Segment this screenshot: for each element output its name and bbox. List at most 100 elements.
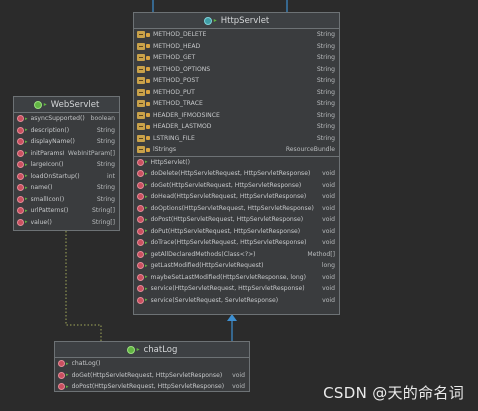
field-type: String — [316, 100, 335, 108]
method-icon — [137, 296, 144, 304]
fields-section: METHOD_DELETE String METHOD_HEAD String METH… — [134, 29, 339, 157]
method-icon — [58, 371, 65, 379]
field-name: METHOD_HEAD — [153, 42, 201, 50]
method-row[interactable]: ▸ urlPatterns() String[] — [14, 205, 119, 217]
method-row[interactable]: ▸ value() String[] — [14, 217, 119, 229]
class-header: ▸ WebServlet — [14, 97, 119, 113]
private-lock-icon — [146, 67, 150, 72]
method-type: String — [96, 195, 115, 203]
method-row[interactable]: ▸ HttpServlet() — [134, 157, 339, 169]
field-row[interactable]: METHOD_TRACE String — [134, 98, 339, 110]
method-icon — [137, 227, 144, 235]
method-row[interactable]: ▸ doPost(HttpServletRequest, HttpServletR… — [55, 381, 249, 393]
field-row[interactable]: METHOD_POST String — [134, 75, 339, 87]
public-icon: ▸ — [66, 383, 69, 390]
method-icon — [58, 383, 65, 391]
method-row[interactable]: ▸ description() String — [14, 125, 119, 137]
method-type: void — [322, 273, 335, 281]
method-icon — [17, 138, 24, 146]
method-row[interactable]: ▸ doTrace(HttpServletRequest, HttpServlet… — [134, 237, 339, 249]
method-row[interactable]: ▸ doHead(HttpServletRequest, HttpServletR… — [134, 191, 339, 203]
class-title: chatLog — [143, 344, 178, 355]
public-icon: ▸ — [145, 228, 148, 235]
annotation-icon — [33, 100, 42, 109]
field-name: METHOD_PUT — [153, 88, 195, 96]
method-icon — [17, 218, 24, 226]
class-box-chatlog[interactable]: ▸ chatLog ▸ chatLog() ▸ doGet(HttpServletRe… — [54, 341, 250, 392]
method-type: WebInitParam[] — [67, 149, 115, 157]
class-box-httpservlet[interactable]: ▸ HttpServlet METHOD_DELETE String METHOD_… — [133, 12, 340, 315]
method-name: doGet(HttpServletRequest, HttpServletRes… — [150, 181, 302, 189]
field-name: METHOD_DELETE — [153, 31, 207, 39]
method-row[interactable]: ▸ asyncSupported() boolean — [14, 113, 119, 125]
method-row[interactable]: ▸ initParams() WebInitParam[] — [14, 148, 119, 160]
method-type: long — [321, 262, 335, 270]
method-name: doTrace(HttpServletRequest, HttpServletR… — [150, 239, 307, 247]
field-name: METHOD_TRACE — [153, 100, 203, 108]
field-row[interactable]: HEADER_IFMODSINCE String — [134, 110, 339, 122]
method-row[interactable]: ▸ getLastModified(HttpServletRequest) long — [134, 260, 339, 272]
public-icon: ▸ — [145, 274, 148, 281]
field-row[interactable]: METHOD_PUT String — [134, 87, 339, 99]
method-icon — [17, 172, 24, 180]
field-row[interactable]: METHOD_DELETE String — [134, 29, 339, 41]
method-row[interactable]: ▸ smallIcon() String — [14, 194, 119, 206]
class-box-webservlet[interactable]: ▸ WebServlet ▸ asyncSupported() boolean ▸ de… — [13, 96, 120, 231]
method-row[interactable]: ▸ service(ServletRequest, ServletResponse… — [134, 295, 339, 307]
field-type: String — [316, 42, 335, 50]
field-row[interactable]: LSTRING_FILE String — [134, 133, 339, 145]
method-row[interactable]: ▸ doPut(HttpServletRequest, HttpServletRe… — [134, 226, 339, 238]
method-row[interactable]: ▸ doPost(HttpServletRequest, HttpServletR… — [134, 214, 339, 226]
method-icon — [58, 360, 65, 368]
private-lock-icon — [146, 90, 150, 95]
private-lock-icon — [146, 55, 150, 60]
method-row[interactable]: ▸ largeIcon() String — [14, 159, 119, 171]
field-type: String — [316, 31, 335, 39]
method-icon — [17, 149, 24, 157]
class-header: ▸ HttpServlet — [134, 13, 339, 29]
field-name: METHOD_GET — [153, 54, 196, 62]
method-name: loadOnStartup() — [30, 172, 80, 180]
method-row[interactable]: ▸ doGet(HttpServletRequest, HttpServletRe… — [55, 370, 249, 382]
method-type: String[] — [92, 207, 115, 215]
method-row[interactable]: ▸ doOptions(HttpServletRequest, HttpServl… — [134, 203, 339, 215]
field-type: String — [316, 65, 335, 73]
field-row[interactable]: lStrings ResourceBundle — [134, 144, 339, 156]
method-type: String — [96, 184, 115, 192]
method-row[interactable]: ▸ loadOnStartup() int — [14, 171, 119, 183]
field-row[interactable]: HEADER_LASTMOD String — [134, 121, 339, 133]
method-icon — [137, 239, 144, 247]
method-type: void — [322, 181, 335, 189]
public-icon: ▸ — [25, 196, 28, 203]
method-name: description() — [30, 126, 70, 134]
method-name: doPost(HttpServletRequest, HttpServletRe… — [71, 383, 225, 391]
field-icon — [137, 54, 145, 62]
field-row[interactable]: METHOD_GET String — [134, 52, 339, 64]
method-row[interactable]: ▸ doGet(HttpServletRequest, HttpServletRe… — [134, 180, 339, 192]
method-row[interactable]: ▸ displayName() String — [14, 136, 119, 148]
field-icon — [137, 88, 145, 96]
method-name: initParams() — [30, 149, 64, 157]
watermark: CSDN @天的命名词 — [323, 384, 464, 402]
method-type: void — [322, 239, 335, 247]
method-name: urlPatterns() — [30, 207, 69, 215]
method-row[interactable]: ▸ maybeSetLastModified(HttpServletRespons… — [134, 272, 339, 284]
method-row[interactable]: ▸ chatLog() — [55, 358, 249, 370]
method-row[interactable]: ▸ service(HttpServletRequest, HttpServlet… — [134, 283, 339, 295]
private-lock-icon — [146, 32, 150, 37]
methods-section: ▸ chatLog() ▸ doGet(HttpServletRequest, Htt… — [55, 358, 249, 393]
method-type: void — [322, 193, 335, 201]
field-name: lStrings — [153, 146, 177, 154]
method-row[interactable]: ▸ getAllDeclaredMethods(Class<?>) Method[] — [134, 249, 339, 261]
method-row[interactable]: ▸ name() String — [14, 182, 119, 194]
class-title: HttpServlet — [220, 15, 270, 26]
public-icon: ▸ — [25, 127, 28, 134]
field-row[interactable]: METHOD_HEAD String — [134, 41, 339, 53]
method-name: smallIcon() — [30, 195, 65, 203]
method-row[interactable]: ▸ doDelete(HttpServletRequest, HttpServle… — [134, 168, 339, 180]
method-name: service(HttpServletRequest, HttpServletR… — [150, 285, 305, 293]
field-icon — [137, 111, 145, 119]
field-icon — [137, 65, 145, 73]
field-row[interactable]: METHOD_OPTIONS String — [134, 64, 339, 76]
private-lock-icon — [146, 101, 150, 106]
